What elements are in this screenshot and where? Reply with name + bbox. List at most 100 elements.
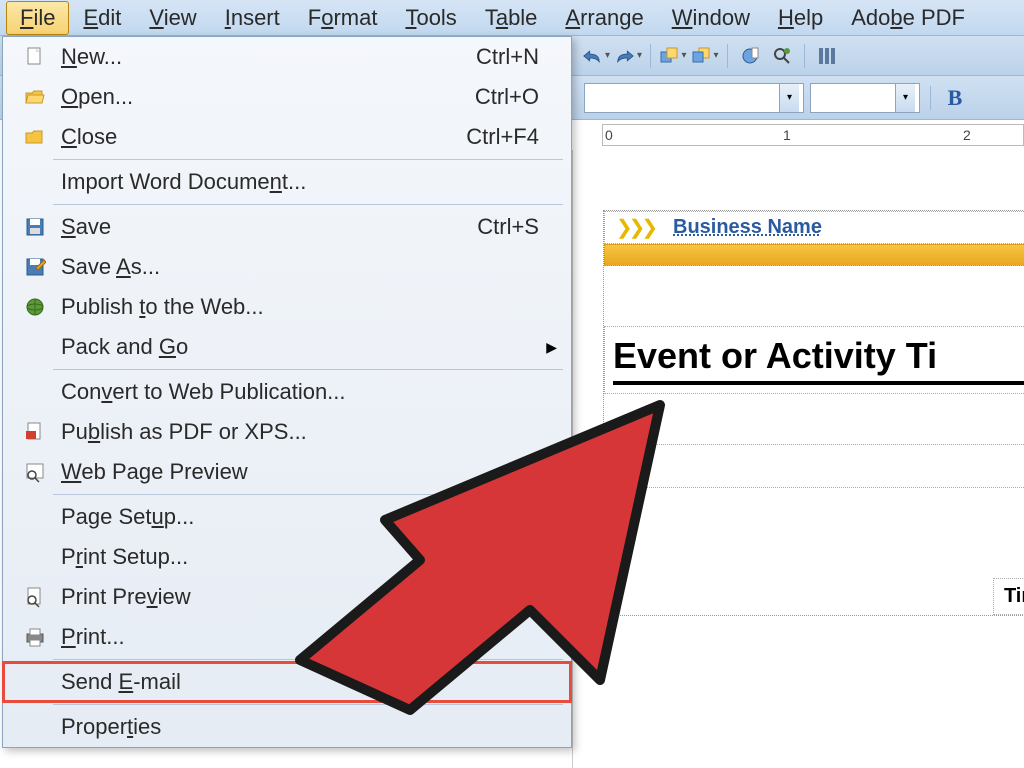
menu-separator	[53, 494, 563, 495]
chevron-down-icon: ▾	[713, 50, 718, 61]
save-as-icon	[15, 256, 55, 278]
menu-item-publish-web[interactable]: Publish to the Web...	[3, 287, 571, 327]
send-backward-button[interactable]: ▾	[691, 42, 719, 70]
menu-label: Import Word Document...	[55, 169, 559, 195]
document-canvas[interactable]: ❯❯❯ Business Name Event or Activity Ti E…	[572, 150, 1024, 768]
menu-window[interactable]: Window	[658, 1, 764, 35]
page: ❯❯❯ Business Name Event or Activity Ti E…	[603, 210, 1024, 616]
menu-item-close[interactable]: Close Ctrl+F4	[3, 117, 571, 157]
menu-label: Page Setup...	[55, 504, 559, 530]
folder-open-icon	[15, 87, 55, 107]
menu-separator	[53, 369, 563, 370]
menu-label: Print Preview	[55, 584, 559, 610]
menu-file[interactable]: File	[6, 1, 69, 35]
menu-label: Close	[55, 124, 466, 150]
accent-bar	[604, 244, 1024, 266]
menu-item-import-word[interactable]: Import Word Document...	[3, 162, 571, 202]
menu-item-print-preview[interactable]: Print Preview	[3, 577, 571, 617]
menu-adobe-pdf[interactable]: Adobe PDF	[837, 1, 979, 35]
menu-shortcut: Ctrl+S	[477, 214, 559, 240]
menu-item-print[interactable]: Print...	[3, 617, 571, 657]
menu-label: Publish as PDF or XPS...	[55, 419, 559, 445]
research-button[interactable]	[736, 42, 764, 70]
business-name-row[interactable]: ❯❯❯ Business Name	[604, 211, 1024, 244]
menu-item-open[interactable]: Open... Ctrl+O	[3, 77, 571, 117]
menu-label: Print...	[55, 624, 559, 650]
time-placeholder[interactable]: Time: 00:00	[993, 578, 1024, 615]
save-icon	[15, 216, 55, 238]
menu-label: Web Page Preview	[55, 459, 559, 485]
menu-separator	[53, 159, 563, 160]
menu-label: Pack and Go	[55, 334, 559, 360]
ruler: 0 1 2	[572, 120, 1024, 150]
menu-item-pack-and-go[interactable]: Pack and Go ▶	[3, 327, 571, 367]
chevron-down-icon: ▾	[605, 50, 610, 61]
printer-icon	[15, 626, 55, 648]
menu-label: New...	[55, 44, 476, 70]
menu-item-web-preview[interactable]: Web Page Preview	[3, 452, 571, 492]
separator	[804, 44, 805, 68]
menu-item-convert-web[interactable]: Convert to Web Publication...	[3, 372, 571, 412]
separator	[930, 86, 931, 110]
menu-insert[interactable]: Insert	[211, 1, 294, 35]
chevron-ornament-icon: ❯❯❯	[605, 213, 665, 243]
menu-label: Convert to Web Publication...	[55, 379, 559, 405]
title-underline	[613, 381, 1024, 385]
new-document-icon	[15, 46, 55, 68]
menu-separator	[53, 704, 563, 705]
ruler-label: 2	[963, 127, 971, 143]
globe-icon	[15, 296, 55, 318]
chevron-down-icon: ▾	[637, 50, 642, 61]
menu-separator	[53, 659, 563, 660]
event-title-text: Event or Activity Ti	[613, 335, 937, 376]
menu-table[interactable]: Table	[471, 1, 552, 35]
menu-label: Send E-mail	[55, 669, 559, 695]
columns-button[interactable]	[813, 42, 841, 70]
submenu-arrow-icon: ▶	[546, 339, 557, 356]
menu-item-properties[interactable]: Properties	[3, 707, 571, 747]
chevron-down-icon: ▾	[895, 84, 915, 112]
font-family-combo[interactable]: ▾	[584, 83, 804, 113]
separator	[650, 44, 651, 68]
menu-item-save-as[interactable]: Save As...	[3, 247, 571, 287]
event-heading-placeholder[interactable]: Event Headi	[604, 444, 1024, 488]
menu-format[interactable]: Format	[294, 1, 392, 35]
menu-label: Open...	[55, 84, 475, 110]
bring-forward-button[interactable]: ▾	[659, 42, 687, 70]
font-size-combo[interactable]: ▾	[810, 83, 920, 113]
zoom-button[interactable]	[768, 42, 796, 70]
menu-edit[interactable]: Edit	[69, 1, 135, 35]
folder-icon	[15, 127, 55, 147]
menubar: File Edit View Insert Format Tools Table…	[0, 0, 1024, 36]
file-menu-dropdown: New... Ctrl+N Open... Ctrl+O Close Ctrl+…	[2, 36, 572, 748]
menu-item-publish-pdf[interactable]: Publish as PDF or XPS...	[3, 412, 571, 452]
menu-item-send-email[interactable]: Send E-mail	[3, 662, 571, 702]
menu-label: Properties	[55, 714, 559, 740]
menu-item-new[interactable]: New... Ctrl+N	[3, 37, 571, 77]
bold-button[interactable]: B	[941, 84, 969, 112]
print-preview-icon	[15, 586, 55, 608]
menu-label: Publish to the Web...	[55, 294, 559, 320]
event-title-placeholder[interactable]: Event or Activity Ti	[604, 326, 1024, 394]
menu-item-page-setup[interactable]: Page Setup...	[3, 497, 571, 537]
menu-label: Save	[55, 214, 477, 240]
menu-help[interactable]: Help	[764, 1, 837, 35]
menu-arrange[interactable]: Arrange	[551, 1, 657, 35]
pdf-icon	[15, 421, 55, 443]
chevron-down-icon: ▾	[681, 50, 686, 61]
menu-shortcut: Ctrl+N	[476, 44, 559, 70]
menu-item-save[interactable]: Save Ctrl+S	[3, 207, 571, 247]
menu-shortcut: Ctrl+O	[475, 84, 559, 110]
menu-separator	[53, 204, 563, 205]
business-name-placeholder[interactable]: Business Name	[665, 212, 830, 243]
menu-label: Print Setup...	[55, 544, 559, 570]
menu-tools[interactable]: Tools	[391, 1, 470, 35]
redo-button[interactable]: ▾	[614, 42, 642, 70]
chevron-down-icon: ▾	[779, 84, 799, 112]
ruler-label: 0	[605, 127, 613, 143]
menu-view[interactable]: View	[135, 1, 210, 35]
menu-item-print-setup[interactable]: Print Setup...	[3, 537, 571, 577]
undo-button[interactable]: ▾	[582, 42, 610, 70]
menu-label: Save As...	[55, 254, 559, 280]
menu-shortcut: Ctrl+F4	[466, 124, 559, 150]
